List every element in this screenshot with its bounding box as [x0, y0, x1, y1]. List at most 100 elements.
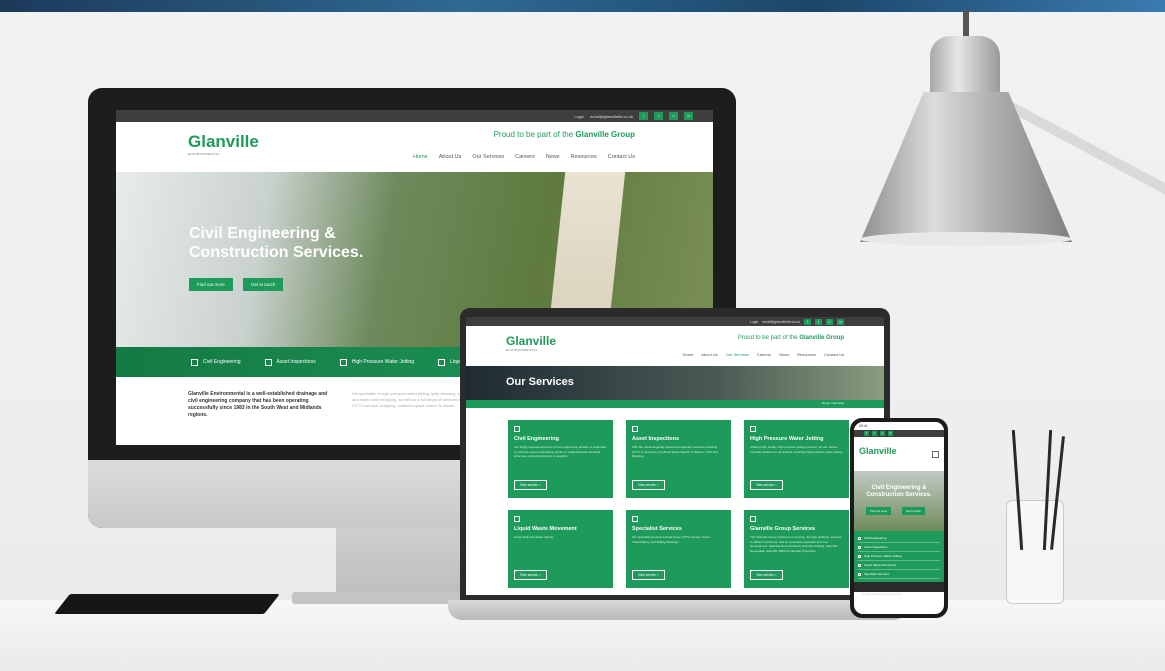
tagline-brand[interactable]: Glanville Group	[799, 335, 844, 341]
email-link[interactable]: email@glanvilleltd.co.uk	[762, 320, 800, 324]
lamp-shade	[860, 92, 1072, 242]
strip-water-jetting[interactable]: High Pressure Water Jetting	[339, 358, 414, 366]
site-logo[interactable]: Glanville ENVIRONMENTAL	[506, 334, 556, 352]
monitor-stand	[336, 528, 466, 598]
card-description: With 20+ technologically advanced inspec…	[632, 445, 718, 458]
breadcrumb-text[interactable]: Home / Services	[822, 401, 844, 405]
building-icon	[514, 426, 520, 432]
find-out-more-button[interactable]: Find out more	[189, 278, 233, 291]
view-service-button[interactable]: View service >	[514, 480, 547, 490]
service-card: Specialist Services Our specialist servi…	[626, 510, 731, 588]
list-label: Specialist Services	[864, 572, 890, 576]
desktop-top-bar: Login email@glanvilleltd.co.uk f t o in	[116, 110, 713, 122]
nav-resources[interactable]: Resources	[570, 154, 596, 160]
card-description: The Glanville Group continues to develop…	[750, 535, 842, 553]
lamp-rim	[860, 232, 1072, 246]
get-in-touch-button[interactable]: Get in touch	[243, 278, 284, 291]
card-title: Civil Engineering	[514, 436, 559, 442]
linkedin-icon[interactable]: in	[888, 431, 893, 436]
page-title: Our Services	[506, 376, 574, 388]
specialist-icon	[632, 516, 638, 522]
nav-about-us[interactable]: About Us	[701, 352, 717, 357]
nav-home[interactable]: Home	[683, 352, 694, 357]
notebook	[54, 594, 280, 614]
logo-subtext: ENVIRONMENTAL	[188, 152, 221, 156]
list-item[interactable]: Asset Inspections	[858, 543, 940, 552]
laptop-top-bar: Login email@glanvilleltd.co.uk f t o in	[466, 317, 884, 326]
login-link[interactable]: Login	[750, 320, 759, 324]
hero-title: Civil Engineering & Construction Service…	[189, 225, 364, 261]
page-banner: Our Services	[466, 366, 884, 400]
strip-label: Asset Inspections	[276, 359, 316, 365]
inspection-icon	[632, 426, 638, 432]
view-service-button[interactable]: View service >	[514, 570, 547, 580]
inspection-icon	[858, 545, 861, 549]
site-logo[interactable]: Glanville ENVIRONMENTAL	[188, 132, 259, 156]
service-card: Asset Inspections With 20+ technological…	[626, 420, 731, 498]
phone-header: Glanville	[854, 437, 944, 471]
service-card: Glanville Group Services The Glanville G…	[744, 510, 849, 588]
desktop-header: Glanville ENVIRONMENTAL Proud to be part…	[116, 122, 713, 172]
strip-civil-engineering[interactable]: Civil Engineering	[191, 358, 241, 366]
twitter-icon[interactable]: t	[654, 112, 663, 120]
footer-email[interactable]: email@glanvilleenvironmental.co.uk	[854, 593, 902, 596]
instagram-icon[interactable]: o	[826, 318, 833, 325]
nav-our-services[interactable]: Our Services	[726, 352, 749, 357]
facebook-icon[interactable]: f	[864, 431, 869, 436]
tanker-icon	[514, 516, 520, 522]
view-service-button[interactable]: View service >	[750, 480, 783, 490]
view-service-button[interactable]: View service >	[750, 570, 783, 580]
phone-top-bar: f t o in	[854, 430, 944, 437]
get-in-touch-button[interactable]: Get in touch	[902, 507, 926, 515]
email-link[interactable]: email@glanvilleltd.co.uk	[590, 114, 633, 119]
strip-asset-inspections[interactable]: Asset Inspections	[264, 358, 316, 366]
jetting-icon	[858, 554, 861, 558]
linkedin-icon[interactable]: in	[684, 112, 693, 120]
nav-careers[interactable]: Careers	[515, 154, 535, 160]
nav-home[interactable]: Home	[413, 154, 428, 160]
nav-about-us[interactable]: About Us	[439, 154, 462, 160]
nav-news[interactable]: News	[779, 352, 789, 357]
building-icon	[858, 536, 861, 540]
phone-services-list: Civil Engineering Asset Inspections High…	[854, 531, 944, 582]
facebook-icon[interactable]: f	[804, 318, 811, 325]
nav-news[interactable]: News	[546, 154, 560, 160]
nav-contact-us[interactable]: Contact Us	[608, 154, 635, 160]
phone-screen: 09:41 f t o in Glanville Civil Engineeri…	[854, 422, 944, 614]
laptop-screen: Login email@glanvilleltd.co.uk f t o in …	[466, 317, 884, 595]
login-link[interactable]: Login	[574, 114, 584, 119]
view-service-button[interactable]: View service >	[632, 480, 665, 490]
service-card: Liquid Waste Movement Liquid bulk and ta…	[508, 510, 613, 588]
facebook-icon[interactable]: f	[639, 112, 648, 120]
twitter-icon[interactable]: t	[872, 431, 877, 436]
list-item[interactable]: High Pressure Water Jetting	[858, 552, 940, 561]
list-item[interactable]: Liquid Waste Movement	[858, 561, 940, 570]
nav-contact-us[interactable]: Contact Us	[824, 352, 844, 357]
logo-text: Glanville	[188, 132, 259, 151]
site-logo[interactable]: Glanville	[859, 446, 897, 456]
nav-careers[interactable]: Careers	[757, 352, 771, 357]
service-card: Civil Engineering Our highly experienced…	[508, 420, 613, 498]
hamburger-menu-icon[interactable]	[932, 451, 939, 458]
card-title: High Pressure Water Jetting	[750, 436, 824, 442]
linkedin-icon[interactable]: in	[837, 318, 844, 325]
group-icon	[750, 516, 756, 522]
instagram-icon[interactable]: o	[880, 431, 885, 436]
tagline-brand[interactable]: Glanville Group	[575, 130, 635, 139]
list-label: Liquid Waste Movement	[864, 563, 897, 567]
laptop-base	[448, 600, 908, 620]
logo-text: Glanville	[506, 334, 557, 348]
list-label: Asset Inspections	[864, 545, 888, 549]
list-item[interactable]: Specialist Services	[858, 570, 940, 579]
laptop: Login email@glanvilleltd.co.uk f t o in …	[460, 308, 890, 600]
view-service-button[interactable]: View service >	[632, 570, 665, 580]
find-out-more-button[interactable]: Find out more	[866, 507, 892, 515]
list-item[interactable]: Civil Engineering	[858, 534, 940, 543]
phone-status-bar: 09:41	[854, 422, 944, 430]
instagram-icon[interactable]: o	[669, 112, 678, 120]
laptop-header: Glanville ENVIRONMENTAL Proud to be part…	[466, 326, 884, 366]
tanker-icon	[858, 563, 861, 567]
twitter-icon[interactable]: t	[815, 318, 822, 325]
nav-resources[interactable]: Resources	[797, 352, 816, 357]
nav-our-services[interactable]: Our Services	[472, 154, 504, 160]
